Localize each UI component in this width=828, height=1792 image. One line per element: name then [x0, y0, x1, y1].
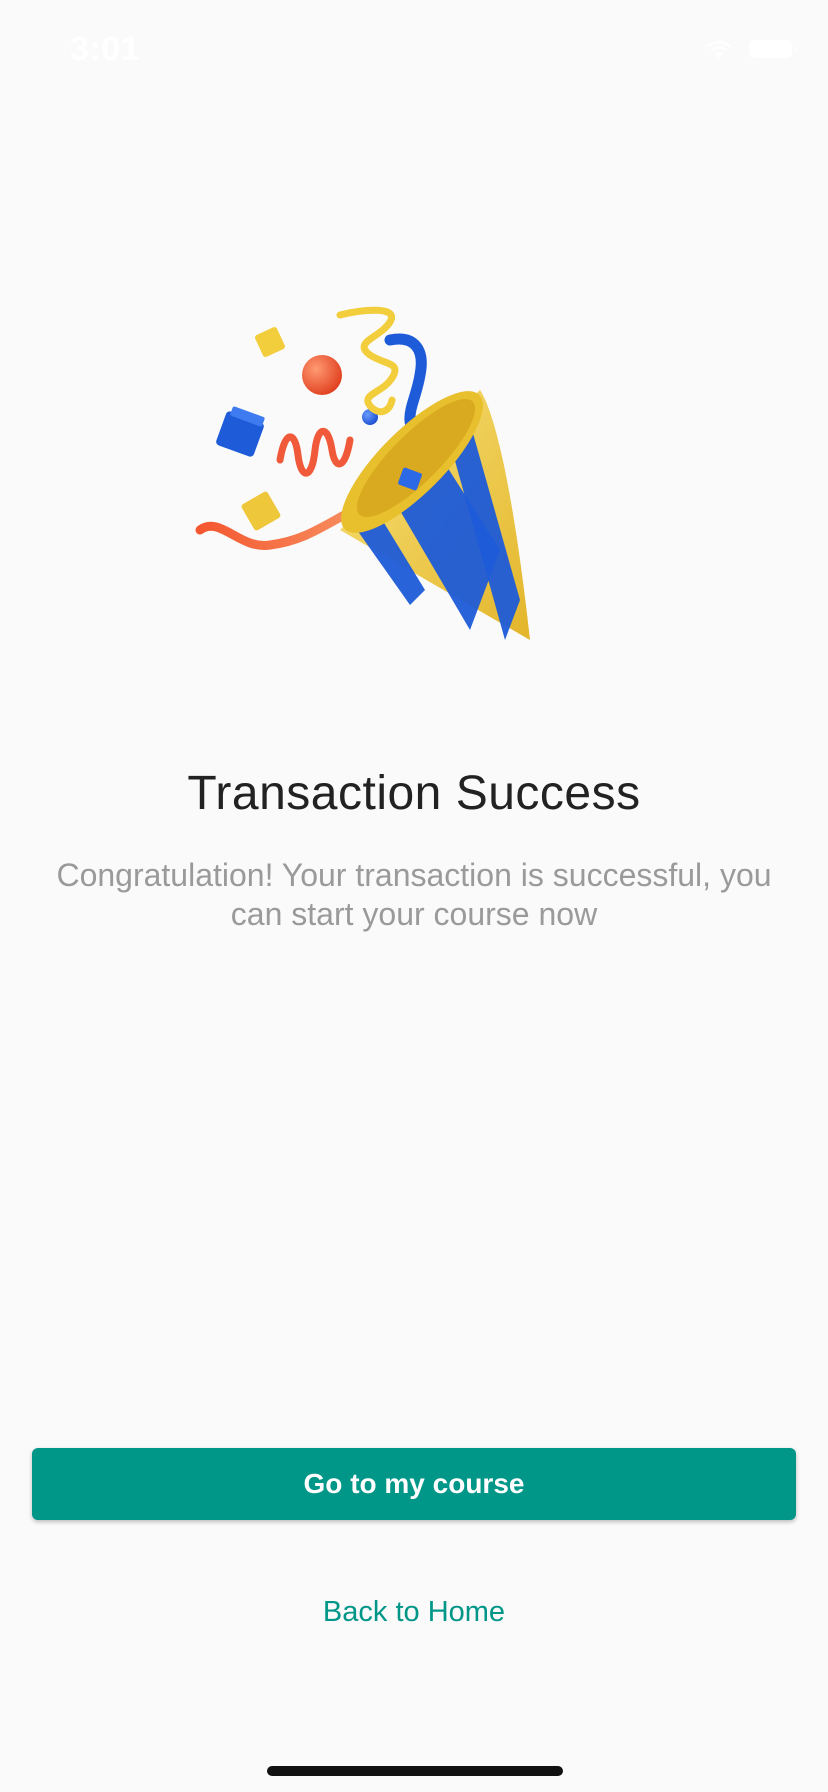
- home-indicator: [267, 1766, 563, 1776]
- wifi-icon: [704, 38, 734, 65]
- page-title: Transaction Success: [187, 767, 641, 820]
- status-bar: 3:01: [0, 0, 828, 96]
- transaction-success-screen: 3:01 Transaction Success Congratulation!…: [0, 0, 828, 1792]
- status-time: 3:01: [70, 30, 141, 68]
- battery-icon: [748, 38, 798, 65]
- success-message: Congratulation! Your transaction is succ…: [56, 857, 772, 932]
- party-popper-illustration: [180, 290, 580, 670]
- go-to-my-course-button[interactable]: Go to my course: [32, 1448, 796, 1520]
- status-icons: [704, 38, 798, 65]
- back-to-home-button[interactable]: Back to Home: [214, 1584, 614, 1640]
